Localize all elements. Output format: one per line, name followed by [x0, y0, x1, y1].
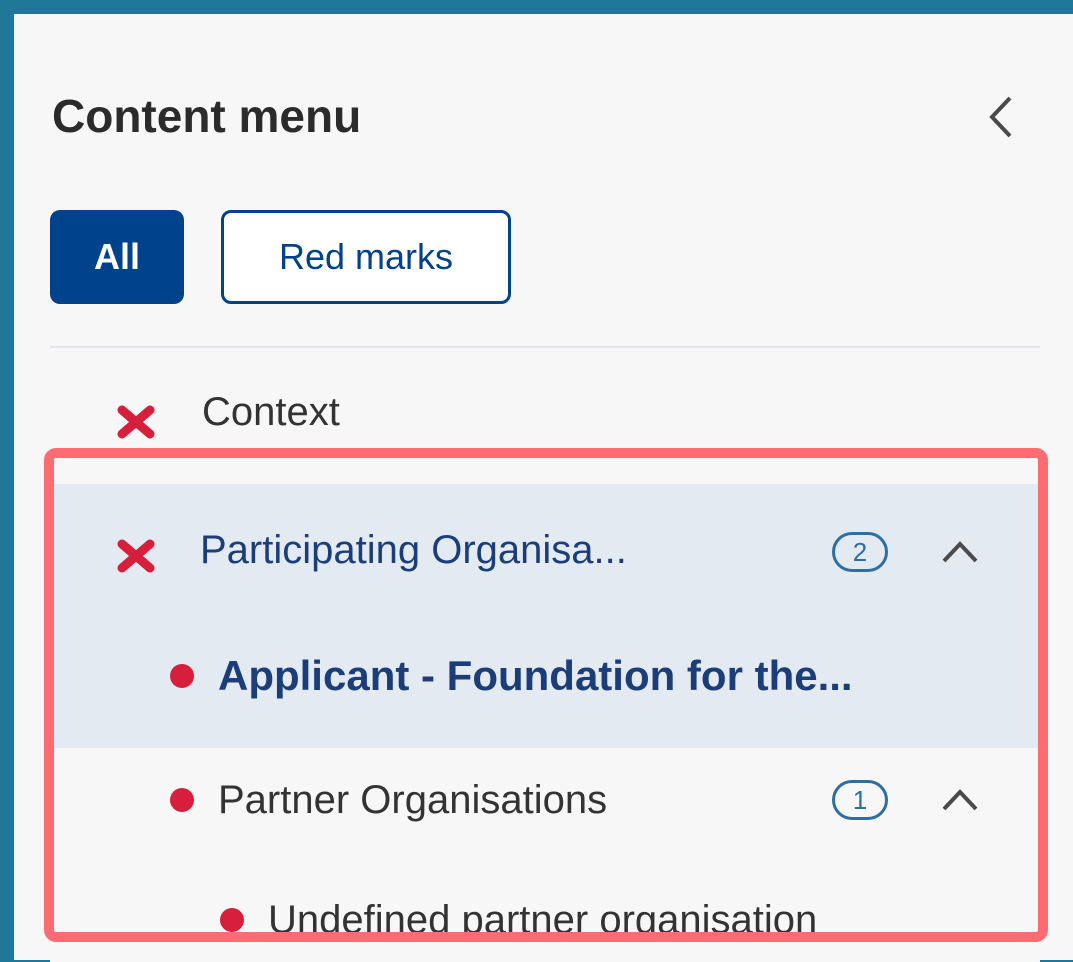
menu-item-label: Context [202, 390, 340, 434]
red-dot-icon [220, 908, 244, 932]
chevron-up-icon[interactable] [938, 536, 982, 566]
filter-all-button[interactable]: All [50, 210, 184, 304]
menu-item-label: Undefined partner organisation [268, 898, 818, 942]
chevron-up-icon[interactable] [938, 784, 982, 814]
menu-item-context[interactable]: Context [50, 348, 1040, 484]
menu-item-participating-organisations[interactable]: Participating Organisa... 2 [50, 484, 1040, 624]
menu-item-label: Applicant - Foundation for the... [218, 652, 853, 699]
collapse-panel-button[interactable] [982, 92, 1022, 142]
menu-item-label: Participating Organisa... [200, 528, 627, 572]
count-badge: 1 [832, 780, 888, 820]
filter-red-marks-button[interactable]: Red marks [221, 210, 511, 304]
error-x-icon [117, 405, 155, 439]
chevron-left-icon [989, 96, 1012, 138]
panel-title: Content menu [52, 90, 362, 142]
count-badge: 2 [832, 532, 888, 572]
red-dot-icon [170, 664, 194, 688]
menu-item-partner-organisations[interactable]: Partner Organisations 1 [50, 748, 1040, 856]
content-menu-list: Context Participating Organisa... 2 Appl… [50, 346, 1040, 962]
error-x-icon [117, 539, 155, 573]
menu-item-undefined-partner-organisation[interactable]: Undefined partner organisation [50, 856, 1040, 962]
red-dot-icon [170, 788, 194, 812]
menu-item-label: Partner Organisations [218, 778, 608, 822]
content-menu-panel: Content menu All Red marks Context Parti… [14, 14, 1073, 962]
menu-item-applicant[interactable]: Applicant - Foundation for the... [50, 624, 1040, 748]
